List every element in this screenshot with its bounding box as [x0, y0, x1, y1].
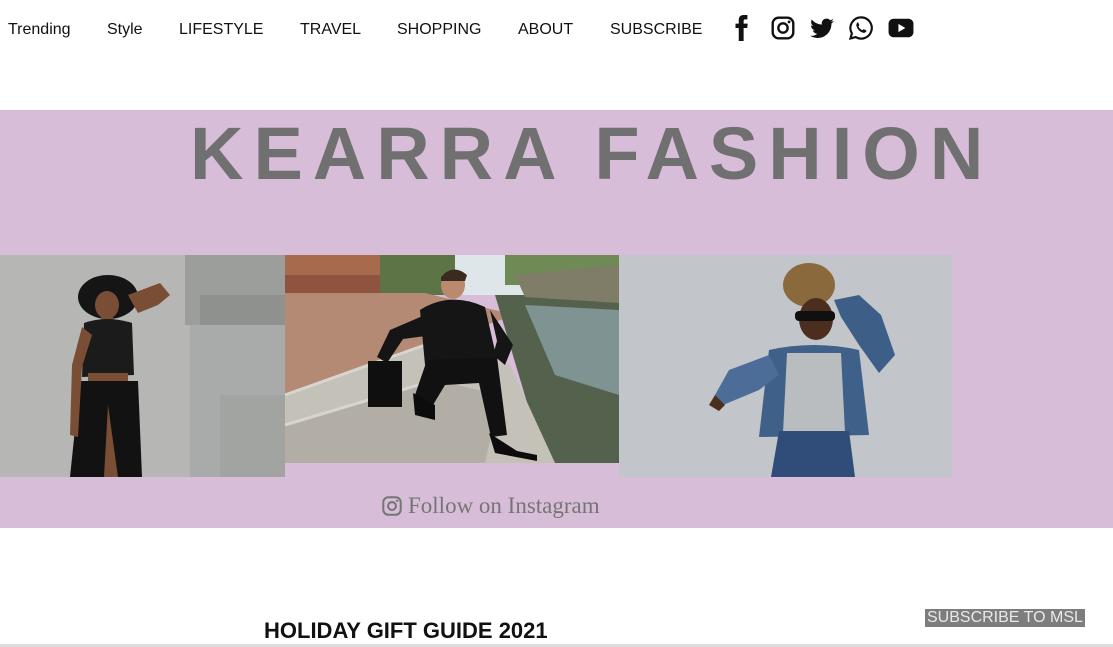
nav-item-subscribe[interactable]: SUBSCRIBE [610, 21, 702, 39]
nav-item-travel[interactable]: TRAVEL [300, 21, 361, 39]
nav-item-about[interactable]: ABOUT [518, 21, 573, 39]
instagram-icon[interactable] [770, 15, 796, 41]
whatsapp-icon[interactable] [848, 15, 874, 41]
follow-label: Follow on Instagram [408, 493, 600, 518]
nav-item-shopping[interactable]: SHOPPING [397, 21, 481, 39]
instagram-icon [381, 495, 403, 517]
youtube-icon[interactable] [888, 15, 914, 41]
twitter-icon[interactable] [809, 15, 835, 41]
top-nav: Trending Style LIFESTYLE TRAVEL SHOPPING… [0, 0, 1113, 60]
follow-on-instagram-link[interactable]: Follow on Instagram [381, 492, 600, 520]
facebook-icon[interactable] [729, 15, 755, 41]
brand-title[interactable]: KEARRA FASHION [190, 116, 993, 192]
man-in-leather-jacket-photo[interactable] [285, 255, 619, 463]
nav-item-lifestyle[interactable]: LIFESTYLE [179, 21, 263, 39]
woman-in-denim-jacket-photo[interactable] [619, 255, 952, 477]
post-title[interactable]: HOLIDAY GIFT GUIDE 2021 [264, 618, 548, 644]
nav-item-style[interactable]: Style [107, 21, 143, 39]
woman-in-black-hat-photo[interactable] [0, 255, 285, 477]
nav-item-trending[interactable]: Trending [8, 21, 71, 39]
subscribe-button[interactable]: SUBSCRIBE TO MSL [925, 609, 1085, 627]
